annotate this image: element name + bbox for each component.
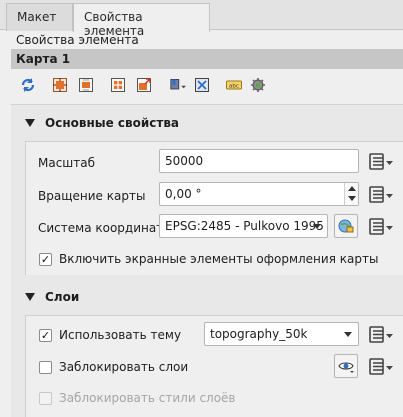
draw-overview-label[interactable]: Включить экранные элементы оформления ка… xyxy=(59,252,378,266)
lock-layers-data-defined-button[interactable] xyxy=(368,356,394,378)
item-toolbar: abc xyxy=(11,72,403,100)
globe-icon xyxy=(338,219,354,233)
rotation-data-defined-button[interactable] xyxy=(368,184,394,206)
visibility-presets-button[interactable] xyxy=(334,354,358,378)
layers-group: ✓ Использовать тему topography_50k Забло… xyxy=(25,315,403,417)
item-name: Карта 1 xyxy=(16,52,71,66)
collapse-arrow-icon[interactable] xyxy=(25,293,35,301)
main-properties-group: Масштаб 50000 Вращение карты 0,00 ° Сист… xyxy=(25,141,403,275)
layers-header[interactable]: Слои xyxy=(11,285,403,311)
main-properties-header[interactable]: Основные свойства xyxy=(11,111,403,137)
refresh-icon[interactable] xyxy=(19,76,37,94)
set-extent-icon[interactable] xyxy=(51,76,69,94)
tab-layout[interactable]: Макет xyxy=(6,3,73,31)
svg-text:abc: abc xyxy=(229,84,239,90)
theme-value: topography_50k xyxy=(210,327,308,341)
settings-icon[interactable] xyxy=(249,76,267,94)
spin-up-icon[interactable] xyxy=(348,186,356,191)
zoom-content-icon[interactable] xyxy=(135,76,153,94)
scale-input[interactable]: 50000 xyxy=(159,149,359,173)
chevron-down-icon[interactable] xyxy=(344,332,352,337)
rotation-label: Вращение карты xyxy=(38,189,146,203)
draw-overview-checkbox[interactable]: ✓ xyxy=(39,253,52,266)
use-theme-checkbox[interactable]: ✓ xyxy=(39,329,52,342)
crs-data-defined-button[interactable] xyxy=(368,216,394,238)
theme-data-defined-button[interactable] xyxy=(368,324,394,346)
lock-layers-label[interactable]: Заблокировать слои xyxy=(59,360,188,374)
panel-title: Свойства элемента xyxy=(16,33,139,47)
properties-content: Основные свойства Масштаб 50000 Вращение… xyxy=(11,104,403,417)
rotation-value: 0,00 ° xyxy=(165,187,202,201)
main-properties-title: Основные свойства xyxy=(45,116,180,130)
collapse-arrow-icon[interactable] xyxy=(25,119,35,127)
tab-bar: Макет Свойства элемента xyxy=(0,0,403,38)
item-name-bar: Карта 1 xyxy=(11,49,403,69)
use-theme-label[interactable]: Использовать тему xyxy=(59,328,181,342)
label-icon[interactable]: abc xyxy=(225,76,243,94)
crs-value: EPSG:2485 - Pulkovo 1995 xyxy=(165,219,324,233)
theme-combo[interactable]: topography_50k xyxy=(204,322,359,346)
eye-icon xyxy=(338,362,354,373)
chevron-down-icon[interactable] xyxy=(313,224,321,229)
tab-item-properties[interactable]: Свойства элемента xyxy=(73,3,210,38)
bookmark-icon[interactable] xyxy=(167,76,189,94)
spin-down-icon[interactable] xyxy=(348,196,356,201)
crs-combo[interactable]: EPSG:2485 - Pulkovo 1995 xyxy=(159,214,328,238)
crs-select-button[interactable] xyxy=(334,214,358,238)
atlas-icon[interactable] xyxy=(193,76,211,94)
rotation-spin-buttons[interactable] xyxy=(344,183,358,205)
scale-label: Масштаб xyxy=(38,156,96,170)
view-extent-icon[interactable] xyxy=(77,76,95,94)
lock-styles-label: Заблокировать стили слоёв xyxy=(59,391,236,405)
scale-data-defined-button[interactable] xyxy=(368,151,394,173)
move-content-icon[interactable] xyxy=(109,76,127,94)
lock-styles-checkbox[interactable] xyxy=(39,392,52,405)
layers-title: Слои xyxy=(45,290,80,304)
lock-layers-checkbox[interactable] xyxy=(39,361,52,374)
rotation-spinbox[interactable]: 0,00 ° xyxy=(159,182,359,206)
crs-label: Система координат xyxy=(38,221,164,235)
